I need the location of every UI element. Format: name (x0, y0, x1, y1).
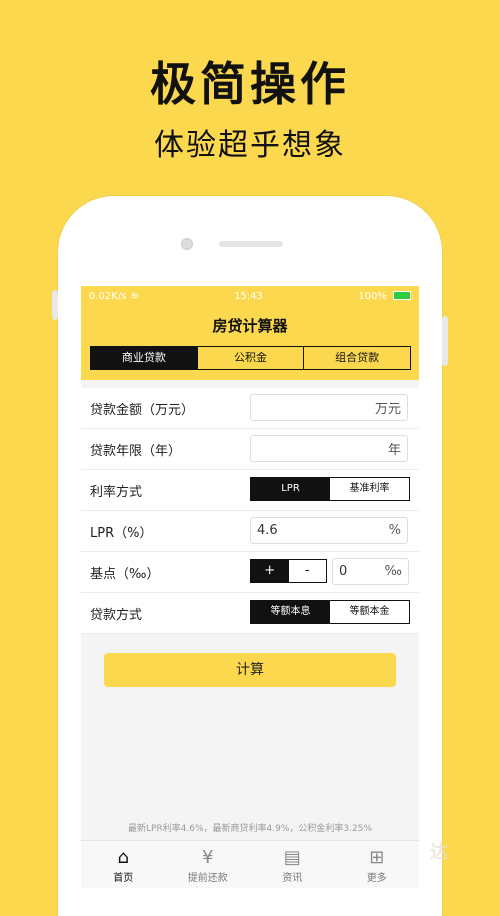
basis-input[interactable]: 0 ‰ (332, 558, 409, 585)
tab-home-label: 首页 (113, 873, 134, 884)
form-row-basis: 基点（‰） + - 0 ‰ (81, 552, 419, 593)
phone-side-button (442, 316, 448, 366)
tab-provident-fund[interactable]: 公积金 (196, 347, 304, 369)
grid-icon: ⊞ (369, 847, 385, 868)
speaker-grille (219, 241, 283, 247)
promo-subheadline: 体验超乎想象 (154, 128, 346, 163)
phone-side-button (52, 290, 58, 320)
watermark-logo: 达 (430, 842, 448, 863)
years-input[interactable]: 年 (250, 435, 408, 462)
loan-form: 贷款金额（万元） 万元 贷款年限（年） 年 利率方式 LPR 基准利率 LPR（… (81, 388, 419, 634)
app-screen: 0.02K/s ≋ 15:43 100% 房贷计算器 商业贷款 公积金 组合贷款… (81, 286, 419, 888)
status-bar: 0.02K/s ≋ 15:43 100% (81, 286, 419, 306)
tab-combined-loan[interactable]: 组合贷款 (303, 347, 410, 369)
basis-value: 0 (339, 564, 348, 579)
form-row-amount: 贷款金额（万元） 万元 (81, 388, 419, 429)
tab-news[interactable]: ▤ 资讯 (250, 841, 335, 888)
rate-footnote: 最新LPR利率4.6%，最新商贷利率4.9%，公积金利率3.25% (127, 824, 373, 834)
network-speed: 0.02K/s (89, 290, 127, 302)
basis-minus-button[interactable]: - (288, 560, 326, 582)
form-row-rate-method: 利率方式 LPR 基准利率 (81, 470, 419, 511)
repay-method-toggle: 等额本息 等额本金 (250, 600, 410, 624)
form-row-lpr: LPR（%） 4.6 % (81, 511, 419, 552)
repay-option-equal-principal[interactable]: 等额本金 (330, 601, 409, 623)
tab-home[interactable]: ⌂ 首页 (81, 841, 166, 888)
camera-icon (181, 238, 193, 250)
promo-headline: 极简操作 (150, 57, 350, 111)
battery-level: 100% (358, 290, 387, 302)
home-icon: ⌂ (117, 847, 129, 868)
amount-input[interactable]: 万元 (250, 394, 408, 421)
rate-option-benchmark[interactable]: 基准利率 (330, 478, 409, 500)
form-row-repay-method: 贷款方式 等额本息 等额本金 (81, 593, 419, 634)
app-header: 0.02K/s ≋ 15:43 100% 房贷计算器 商业贷款 公积金 组合贷款 (81, 286, 419, 380)
tab-prepayment[interactable]: ¥ 提前还款 (166, 841, 251, 888)
status-time: 15:43 (234, 290, 263, 302)
wifi-icon: ≋ (130, 290, 139, 302)
tab-commercial-loan[interactable]: 商业贷款 (91, 347, 197, 369)
lpr-input[interactable]: 4.6 % (250, 517, 408, 544)
rate-option-lpr[interactable]: LPR (251, 478, 330, 500)
amount-unit: 万元 (374, 402, 401, 417)
battery-icon (393, 291, 411, 300)
calculate-button[interactable]: 计算 (104, 653, 396, 687)
lpr-unit: % (388, 523, 401, 538)
tab-more-label: 更多 (366, 873, 387, 884)
repay-option-equal-installment[interactable]: 等额本息 (251, 601, 330, 623)
tab-prepayment-label: 提前还款 (187, 873, 228, 884)
rate-method-toggle: LPR 基准利率 (250, 477, 410, 501)
form-row-years: 贷款年限（年） 年 (81, 429, 419, 470)
money-icon: ¥ (202, 847, 214, 868)
lpr-value: 4.6 (257, 523, 278, 538)
basis-stepper: + - (250, 559, 327, 583)
tab-news-label: 资讯 (282, 873, 303, 884)
basis-unit: ‰ (384, 564, 402, 579)
years-unit: 年 (387, 443, 401, 458)
loan-type-tabs: 商业贷款 公积金 组合贷款 (90, 346, 411, 370)
news-icon: ▤ (283, 847, 301, 868)
basis-plus-button[interactable]: + (251, 560, 289, 582)
page-title: 房贷计算器 (212, 317, 288, 335)
bottom-tab-bar: ⌂ 首页 ¥ 提前还款 ▤ 资讯 ⊞ 更多 (81, 840, 419, 888)
tab-more[interactable]: ⊞ 更多 (335, 841, 420, 888)
